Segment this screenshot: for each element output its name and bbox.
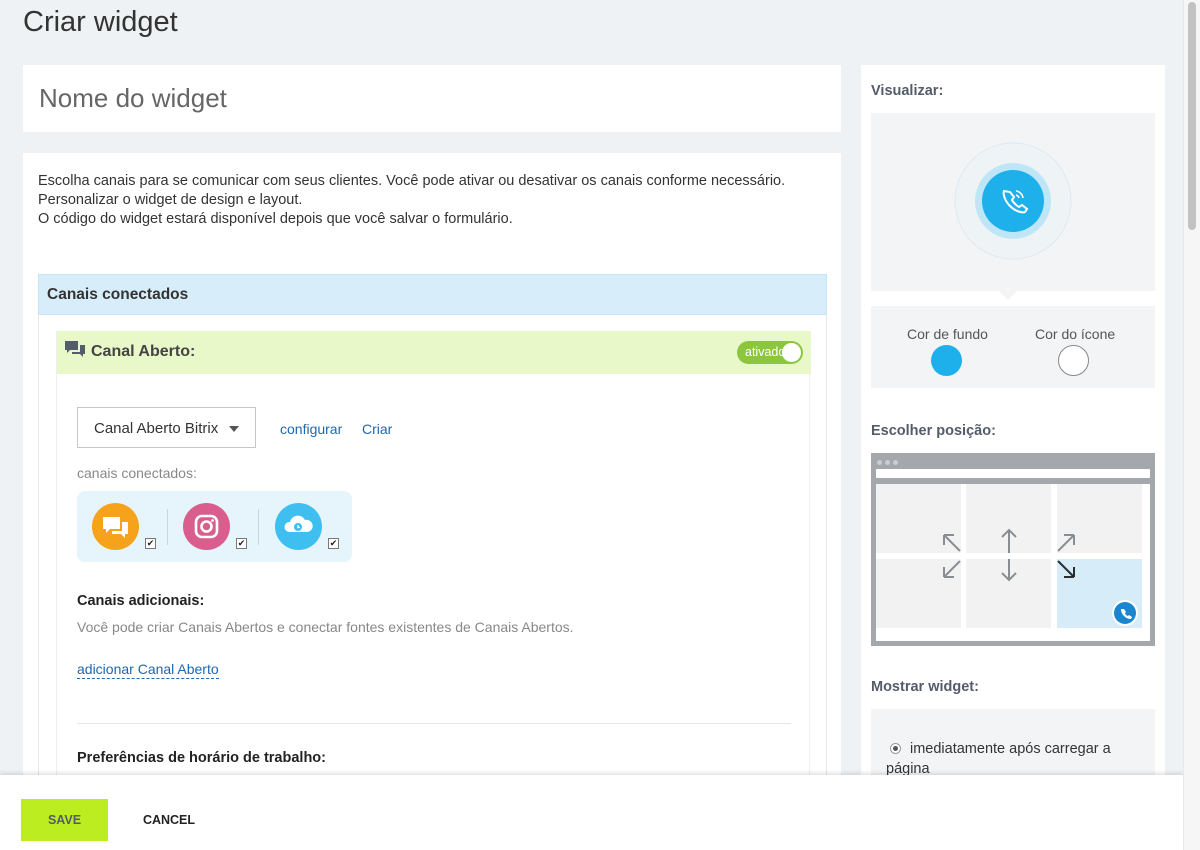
position-top-center[interactable] bbox=[966, 484, 1051, 553]
intro-line-2: Personalizar o widget de design e layout… bbox=[38, 192, 303, 208]
preview-label: Visualizar: bbox=[871, 83, 944, 99]
show-immediately-label: imediatamente após carregar a página bbox=[886, 741, 1111, 777]
cancel-button[interactable]: CANCEL bbox=[128, 799, 210, 841]
open-channel-panel: Canal Aberto: ativado Canal Aberto Bitri… bbox=[56, 331, 811, 801]
section-divider bbox=[77, 723, 791, 724]
position-top-left[interactable] bbox=[876, 484, 961, 553]
main-card: Escolha canais para se comunicar com seu… bbox=[23, 153, 841, 801]
page-title: Criar widget bbox=[23, 6, 178, 38]
side-panel: Visualizar: Cor de fundo Cor do ícone Es… bbox=[861, 65, 1165, 789]
chat-bubbles-icon bbox=[65, 341, 85, 357]
window-address-bar bbox=[876, 469, 1150, 478]
open-channel-header: Canal Aberto: ativado bbox=[57, 331, 811, 374]
instagram-icon[interactable] bbox=[183, 503, 230, 550]
widget-name-input[interactable] bbox=[39, 80, 819, 116]
additional-channels-description: Você pode criar Canais Abertos e conecta… bbox=[77, 619, 574, 635]
open-channel-select-value: Canal Aberto Bitrix bbox=[94, 420, 219, 437]
position-bottom-center[interactable] bbox=[966, 559, 1051, 628]
window-dot bbox=[877, 460, 882, 465]
color-settings: Cor de fundo Cor do ícone bbox=[871, 306, 1155, 388]
open-channel-title: Canal Aberto: bbox=[91, 343, 196, 360]
intro-line-1: Escolha canais para se comunicar com seu… bbox=[38, 173, 786, 189]
phone-icon bbox=[954, 142, 1072, 260]
window-dot bbox=[893, 460, 898, 465]
arrow-down-right-icon bbox=[1057, 560, 1138, 626]
widget-name-box bbox=[23, 65, 841, 132]
source-separator bbox=[167, 509, 168, 545]
connected-sources-label: canais conectados: bbox=[77, 465, 197, 481]
configure-link[interactable]: configurar bbox=[280, 421, 342, 437]
intro-line-3: O código do widget estará disponível dep… bbox=[38, 211, 513, 227]
open-channel-toggle[interactable]: ativado bbox=[737, 341, 803, 364]
source-checkbox-3[interactable]: ✔ bbox=[328, 538, 339, 549]
position-top-right[interactable] bbox=[1057, 484, 1142, 553]
connected-channels-header: Canais conectados bbox=[38, 274, 827, 315]
connected-sources: ✔ ✔ ✔ bbox=[77, 491, 352, 562]
window-dot bbox=[885, 460, 890, 465]
work-hours-title: Preferências de horário de trabalho: bbox=[77, 750, 326, 766]
toggle-label: ativado bbox=[745, 345, 786, 359]
create-link[interactable]: Criar bbox=[362, 421, 392, 437]
bg-color-label: Cor de fundo bbox=[907, 326, 988, 342]
preview-pointer bbox=[999, 291, 1017, 300]
toggle-knob bbox=[782, 343, 801, 362]
add-open-channel-link[interactable]: adicionar Canal Aberto bbox=[77, 661, 219, 679]
cloud-clock-icon[interactable] bbox=[275, 503, 322, 550]
icon-color-label: Cor do ícone bbox=[1035, 326, 1116, 342]
save-button[interactable]: SAVE bbox=[21, 799, 108, 841]
chevron-down-icon bbox=[229, 426, 239, 432]
footer-bar: SAVE CANCEL bbox=[0, 775, 1183, 850]
connected-channels-body: Canal Aberto: ativado Canal Aberto Bitri… bbox=[38, 314, 827, 801]
scroll-thumb[interactable] bbox=[1188, 2, 1196, 230]
icon-color-swatch[interactable] bbox=[1058, 345, 1089, 376]
position-label: Escolher posição: bbox=[871, 423, 996, 439]
source-separator bbox=[258, 509, 259, 545]
position-grid bbox=[876, 484, 1150, 641]
intro-text: Escolha canais para se comunicar com seu… bbox=[38, 172, 798, 229]
position-picker bbox=[871, 453, 1155, 646]
source-checkbox-1[interactable]: ✔ bbox=[145, 538, 156, 549]
page-scrollbar[interactable] bbox=[1183, 0, 1200, 850]
open-channel-select[interactable]: Canal Aberto Bitrix bbox=[77, 407, 256, 448]
position-bottom-left[interactable] bbox=[876, 559, 961, 628]
source-checkbox-2[interactable]: ✔ bbox=[236, 538, 247, 549]
chat-icon[interactable] bbox=[92, 503, 139, 550]
additional-channels-title: Canais adicionais: bbox=[77, 593, 205, 609]
bg-color-swatch[interactable] bbox=[931, 345, 962, 376]
position-bottom-right[interactable] bbox=[1057, 559, 1142, 628]
connected-channels-title: Canais conectados bbox=[47, 286, 189, 303]
widget-preview bbox=[871, 113, 1155, 291]
show-widget-label: Mostrar widget: bbox=[871, 679, 979, 695]
